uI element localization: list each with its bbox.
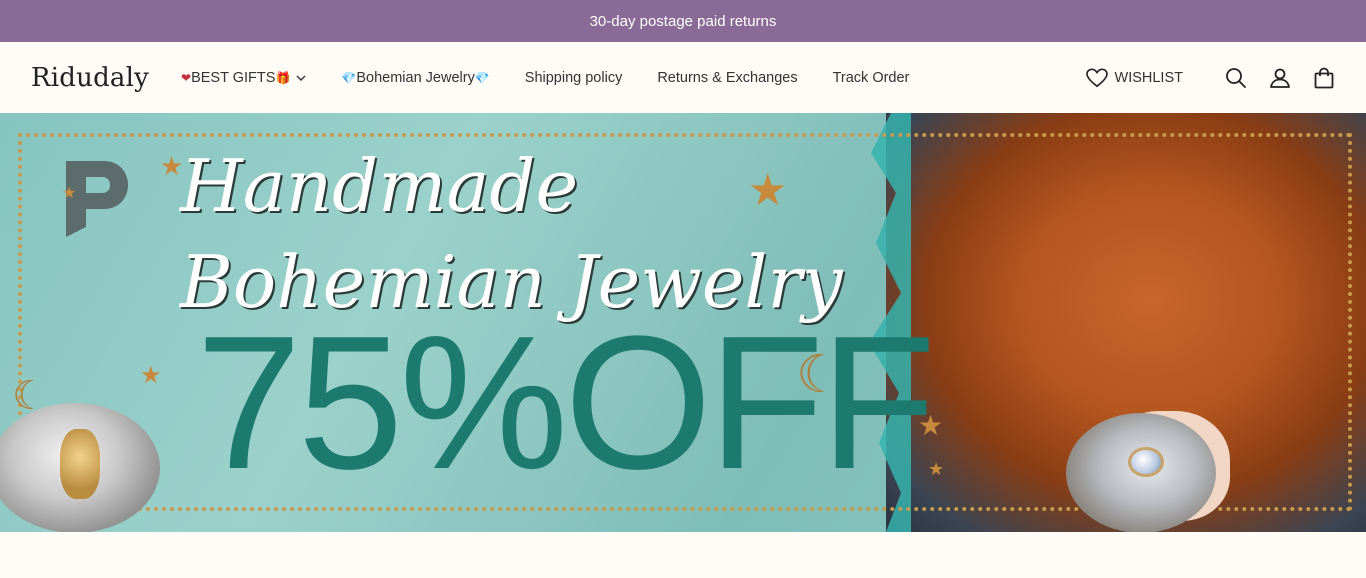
header-tools: WISHLIST [1085,67,1335,89]
nav-track-order[interactable]: Track Order [833,70,910,86]
star-icon: ★ [918,410,944,441]
main-nav: ❤ BEST GIFTS 🎁 💎 Bohemian Jewelry 💎 Ship… [181,70,944,86]
moonstone-gem [1128,447,1164,477]
announcement-text: 30-day postage paid returns [589,12,777,30]
site-header: Ridudaly ❤ BEST GIFTS 🎁 💎 Bohemian Jewel… [0,42,1366,113]
gold-bee-charm [60,429,100,499]
star-icon: ☾ [796,346,843,404]
star-icon: ★ [160,151,184,181]
nav-returns-exchanges-label: Returns & Exchanges [657,69,798,86]
account-icon [1270,68,1290,88]
hero-line-handmade: Handmade [180,144,579,228]
star-icon: ★ [748,166,788,215]
nav-returns-exchanges[interactable]: Returns & Exchanges [657,70,797,86]
site-logo[interactable]: Ridudaly [31,63,149,93]
nav-shipping-policy[interactable]: Shipping policy [525,70,623,86]
account-button[interactable] [1269,67,1291,89]
star-icon: ★ [140,362,162,389]
search-button[interactable] [1225,67,1247,89]
announcement-bar: 30-day postage paid returns [0,0,1366,42]
heart-icon [1085,68,1108,87]
nav-best-gifts-label: BEST GIFTS [191,69,276,86]
nav-track-order-label: Track Order [832,69,910,86]
nav-best-gifts[interactable]: ❤ BEST GIFTS 🎁 [181,70,306,86]
nav-bohemian-jewelry[interactable]: 💎 Bohemian Jewelry 💎 [341,70,489,86]
diamond-icon: 💎 [341,70,357,85]
wishlist-label: WISHLIST [1114,69,1183,86]
nav-bohemian-jewelry-label: Bohemian Jewelry [356,69,475,86]
gift-icon: 🎁 [275,70,291,85]
heart-gem-icon: ❤ [181,70,192,85]
nav-shipping-policy-label: Shipping policy [524,69,623,86]
search-icon [1226,67,1246,88]
hero-banner[interactable]: Handmade Bohemian Jewelry 75%OFF ★ ★ ★ ★… [0,113,1366,532]
star-icon: ★ [62,185,77,202]
cart-icon [1314,67,1334,88]
star-icon: ★ [928,459,945,479]
diamond-icon: 💎 [474,70,490,85]
chevron-down-icon [296,75,306,81]
cart-button[interactable] [1313,67,1335,89]
wishlist-link[interactable]: WISHLIST [1085,68,1183,88]
